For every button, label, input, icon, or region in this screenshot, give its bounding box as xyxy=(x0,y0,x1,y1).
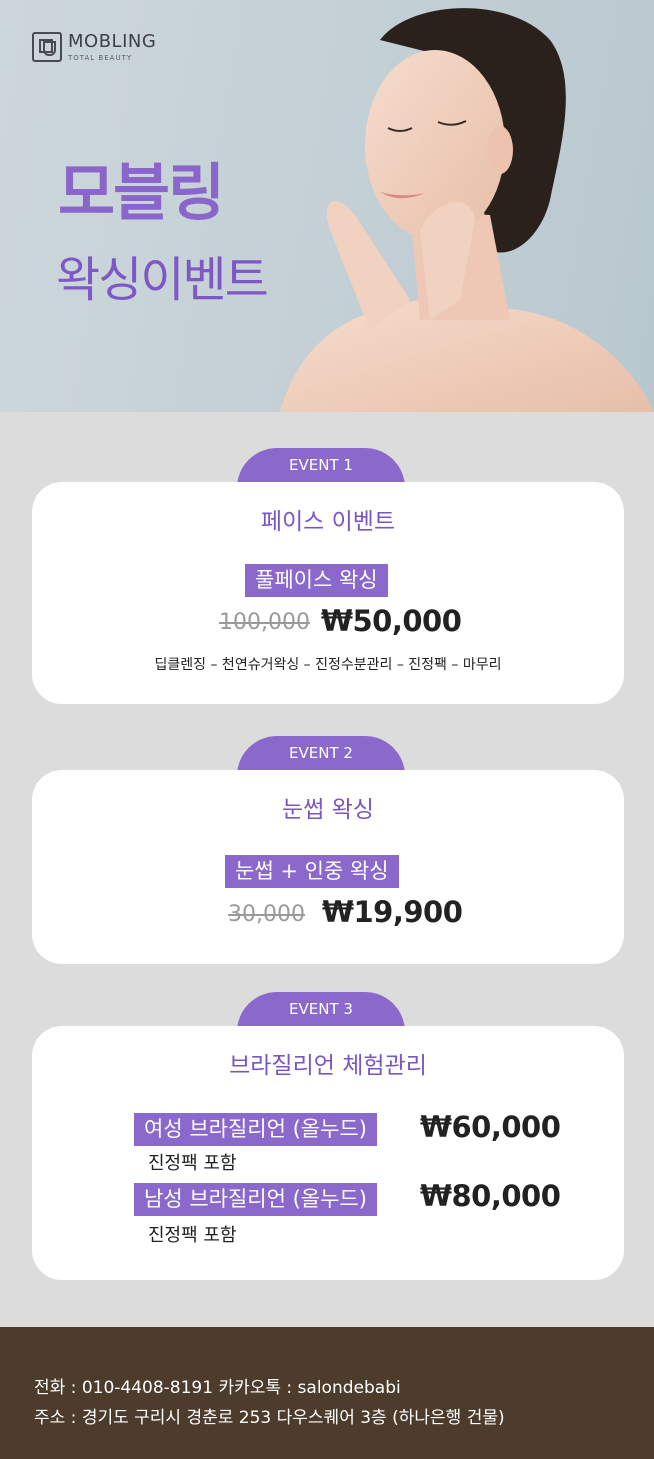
hero-subtitle: 왁싱이벤트 xyxy=(56,252,269,308)
footer-address: 주소 : 경기도 구리시 경춘로 253 다우스퀘어 3층 (하나은행 건물) xyxy=(34,1408,505,1428)
event-1-description: 딥클렌징 – 천연슈거왁싱 – 진정수분관리 – 진정팩 – 마무리 xyxy=(154,657,502,673)
event-2-card: 눈썹 왁싱 눈썹 + 인중 왁싱 30,000 ₩19,900 xyxy=(32,770,624,964)
event-3-title: 브라질리언 체험관리 xyxy=(229,1053,427,1079)
event-1-new-price: ₩50,000 xyxy=(321,604,462,638)
contact-footer: 전화 : 010-4408-8191 카카오톡 : salondebabi 주소… xyxy=(0,1327,654,1459)
event-2-title: 눈썹 왁싱 xyxy=(282,797,374,823)
event-3-item-price: ₩60,000 xyxy=(420,1110,561,1144)
event-3-item-tag: 남성 브라질리언 (올누드) xyxy=(134,1183,377,1216)
event-1-old-price: 100,000 xyxy=(219,610,310,635)
event-2-tag: 눈썹 + 인중 왁싱 xyxy=(225,855,399,888)
brand-name: MOBLING xyxy=(68,30,157,52)
event-1-title: 페이스 이벤트 xyxy=(260,509,396,535)
hero-title: 모블링 xyxy=(58,156,225,229)
footer-contact: 전화 : 010-4408-8191 카카오톡 : salondebabi xyxy=(34,1378,401,1398)
logo-icon xyxy=(32,32,62,62)
event-3-item-note: 진정팩 포함 xyxy=(148,1153,237,1174)
brand-tagline: TOTAL BEAUTY xyxy=(68,53,133,62)
event-3-card: 브라질리언 체험관리 여성 브라질리언 (올누드) ₩60,000 진정팩 포함… xyxy=(32,1026,624,1280)
brand-logo[interactable]: MOBLING TOTAL BEAUTY xyxy=(32,32,156,62)
event-3-item-price: ₩80,000 xyxy=(420,1179,561,1213)
event-3-item-tag: 여성 브라질리언 (올누드) xyxy=(134,1113,377,1146)
event-2-old-price: 30,000 xyxy=(228,902,305,927)
event-1-tag: 풀페이스 왁싱 xyxy=(245,564,388,597)
model-photo xyxy=(280,8,654,412)
event-1-card: 페이스 이벤트 풀페이스 왁싱 100,000 ₩50,000 딥클렌징 – 천… xyxy=(32,482,624,704)
event-3-item-note: 진정팩 포함 xyxy=(148,1225,237,1246)
event-page: MOBLING TOTAL BEAUTY 모블링 왁싱이벤트 EVENT 1 페… xyxy=(0,0,654,1459)
hero-banner: MOBLING TOTAL BEAUTY 모블링 왁싱이벤트 xyxy=(0,0,654,412)
event-2-new-price: ₩19,900 xyxy=(322,895,463,929)
